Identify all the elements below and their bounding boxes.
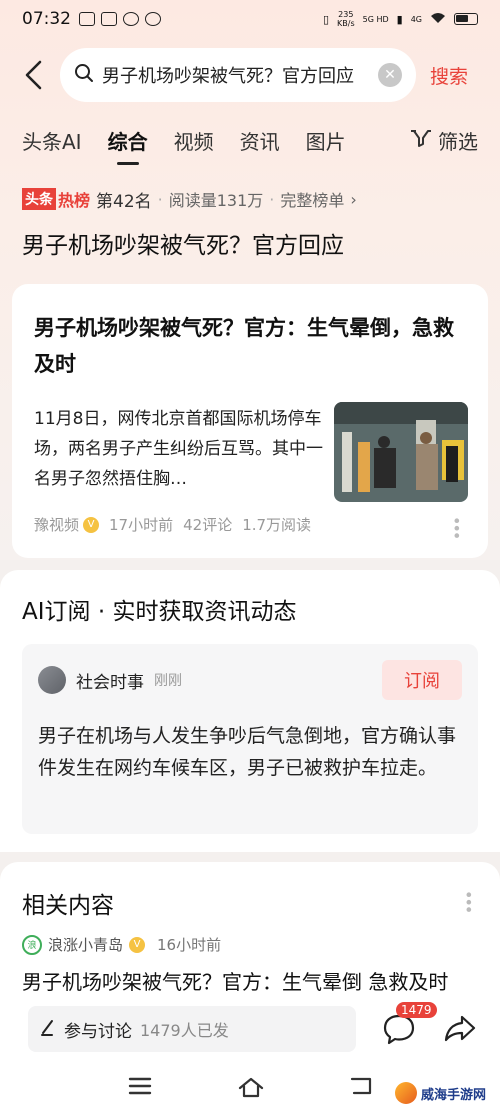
signal-icon: ▮ — [396, 12, 403, 26]
app-notification-icon — [79, 12, 95, 26]
tab-comprehensive[interactable]: 综合 — [108, 126, 148, 155]
network-speed: 235 KB/s — [337, 10, 355, 28]
network-2: 4G — [410, 14, 422, 24]
related-headline[interactable]: 男子机场吵架被气死？官方：生气晕倒 急救及时 — [22, 966, 482, 995]
tab-toutiao-ai[interactable]: 头条AI — [22, 126, 82, 155]
more-icon[interactable]: ••• — [447, 516, 466, 538]
source-logo-icon: 浪 — [22, 934, 42, 955]
weibo-icon — [123, 12, 139, 26]
discuss-count: 1479人已发 — [140, 1021, 229, 1040]
speed-value: 235 — [338, 10, 354, 19]
news-source[interactable]: 豫视频 — [34, 514, 79, 535]
separator-dot: · — [157, 189, 163, 209]
ai-update-text: 男子在机场与人发生争吵后气急倒地，官方确认事件发生在网约车候车区，男子已被救护车… — [38, 725, 457, 779]
speed-unit: KB/s — [337, 19, 355, 28]
avatar — [38, 666, 66, 694]
filter-icon — [410, 128, 432, 153]
ai-subscribe-card: AI订阅 · 实时获取资讯动态 社会时事 刚刚 订阅 男子在机场与人发生争吵后气… — [0, 570, 500, 852]
search-query[interactable]: 男子机场吵架被气死？官方回应 — [102, 62, 364, 88]
tab-news[interactable]: 资讯 — [240, 126, 280, 155]
status-bar: 07:32 ▯ 235 KB/s 5G HD ▮ 4G — [0, 0, 500, 38]
ai-update-box[interactable]: 社会时事 刚刚 订阅 男子在机场与人发生争吵后气急倒地，官方确认事件发生在网约车… — [22, 644, 478, 834]
search-input[interactable]: 男子机场吵架被气死？官方回应 ✕ — [60, 48, 416, 102]
tab-images[interactable]: 图片 — [306, 126, 346, 155]
related-title: 相关内容 — [22, 893, 114, 919]
share-icon[interactable] — [444, 1012, 476, 1044]
news-reads: 1.7万阅读 — [242, 516, 312, 534]
back-icon[interactable] — [12, 53, 56, 97]
status-right: ▯ 235 KB/s 5G HD ▮ 4G — [323, 10, 478, 28]
ai-source-time: 刚刚 — [154, 673, 182, 689]
news-thumbnail[interactable] — [334, 402, 468, 502]
network-1: 5G HD — [362, 14, 389, 24]
news-title[interactable]: 男子机场吵架被气死？官方：生气晕倒，急救及时 — [34, 310, 454, 382]
tab-video[interactable]: 视频 — [174, 126, 214, 155]
hot-list-logo: 头条 热榜 — [22, 188, 90, 210]
news-time: 17小时前 — [109, 516, 174, 534]
watermark-logo-icon — [394, 1082, 417, 1104]
hot-reads: 阅读量131万 — [168, 191, 264, 210]
full-list-link[interactable]: 完整榜单 — [280, 187, 344, 211]
search-row: 男子机场吵架被气死？官方回应 ✕ 搜索 — [0, 46, 500, 104]
more-icon[interactable]: ••• — [459, 890, 478, 912]
watermark: 威海手游网 — [386, 1078, 494, 1108]
filter-button[interactable]: 筛选 — [410, 126, 478, 155]
status-time: 07:32 — [22, 9, 71, 29]
pen-icon — [40, 1018, 56, 1040]
chevron-right-icon: › — [350, 189, 357, 209]
hot-rank: 第42名 — [96, 191, 152, 212]
discuss-input[interactable]: 参与讨论 1479人已发 — [28, 1006, 356, 1052]
back-nav-icon[interactable] — [350, 1076, 374, 1100]
notification-icons — [79, 12, 161, 26]
discuss-label: 参与讨论 — [64, 1021, 132, 1042]
separator-dot: · — [269, 189, 275, 209]
ai-card-title: AI订阅 · 实时获取资讯动态 — [22, 599, 297, 625]
related-time: 16小时前 — [157, 936, 222, 954]
search-button[interactable]: 搜索 — [430, 62, 468, 89]
action-bar: 参与讨论 1479人已发 1479 — [0, 1000, 500, 1060]
vibrate-icon: ▯ — [322, 12, 330, 26]
news-comments: 42评论 — [183, 516, 233, 534]
ai-source-name: 社会时事 — [76, 672, 144, 693]
filter-label: 筛选 — [438, 129, 478, 154]
home-icon[interactable] — [238, 1076, 264, 1102]
news-meta: 豫视频 V 17小时前 42评论 1.7万阅读 — [34, 514, 311, 535]
subscribe-button[interactable]: 订阅 — [382, 660, 462, 700]
app-notification-icon — [145, 12, 161, 26]
menu-icon[interactable] — [128, 1076, 152, 1100]
verified-icon: V — [129, 936, 146, 953]
comment-count-badge: 1479 — [396, 1002, 437, 1018]
hot-list-row[interactable]: 头条 热榜 第42名 · 阅读量131万 · 完整榜单 › — [22, 186, 357, 212]
app-notification-icon — [101, 12, 117, 26]
tab-bar: 头条AI 综合 视频 资讯 图片 筛选 — [0, 118, 500, 162]
ai-source-row: 社会时事 刚刚 — [38, 666, 182, 694]
verified-icon: V — [83, 516, 100, 533]
watermark-text: 威海手游网 — [420, 1087, 486, 1103]
clear-icon[interactable]: ✕ — [378, 63, 402, 87]
wifi-icon — [430, 12, 446, 27]
search-icon — [74, 63, 94, 87]
related-source-row: 浪 浪涨小青岛 V 16小时前 — [22, 934, 221, 955]
hot-logo-a: 头条 — [22, 188, 56, 210]
hot-topic-title[interactable]: 男子机场吵架被气死？官方回应 — [22, 226, 344, 260]
news-snippet: 11月8日，网传北京首都国际机场停车场，两名男子产生纠纷后互骂。其中一名男子忽然… — [34, 409, 323, 489]
battery-icon — [454, 13, 478, 25]
hot-logo-b: 热榜 — [58, 191, 91, 210]
news-card[interactable]: 男子机场吵架被气死？官方：生气晕倒，急救及时 11月8日，网传北京首都国际机场停… — [12, 284, 488, 558]
related-source[interactable]: 浪涨小青岛 — [48, 934, 123, 955]
